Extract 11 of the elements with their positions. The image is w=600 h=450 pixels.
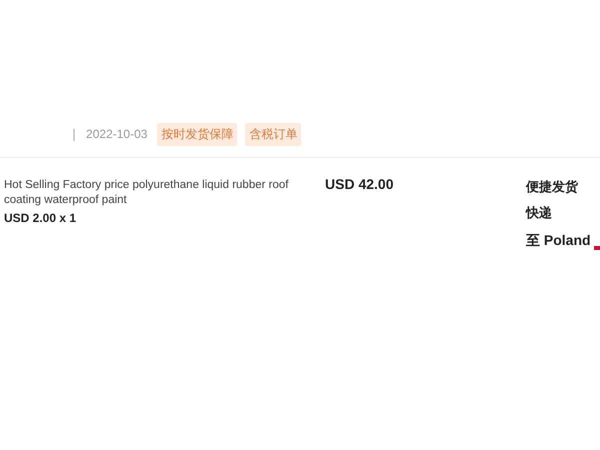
order-tag: 含税订单 xyxy=(245,122,302,146)
destination: 至 Poland xyxy=(526,232,591,250)
order-date: 2022-10-03 xyxy=(86,127,148,141)
shipping-method: 便捷发货 xyxy=(526,178,579,196)
unit-price: USD 2.00 x 1 xyxy=(4,211,78,225)
flag-icon xyxy=(594,246,600,250)
order-tag: 按时发货保障 xyxy=(157,122,238,146)
total-price: USD 42.00 xyxy=(324,176,394,194)
product-title[interactable]: Hot Selling Factory price polyurethane liquid rubber roof coating waterproof paint xyxy=(4,178,304,208)
carrier: 快递 xyxy=(526,204,553,222)
separator: | xyxy=(72,127,76,141)
